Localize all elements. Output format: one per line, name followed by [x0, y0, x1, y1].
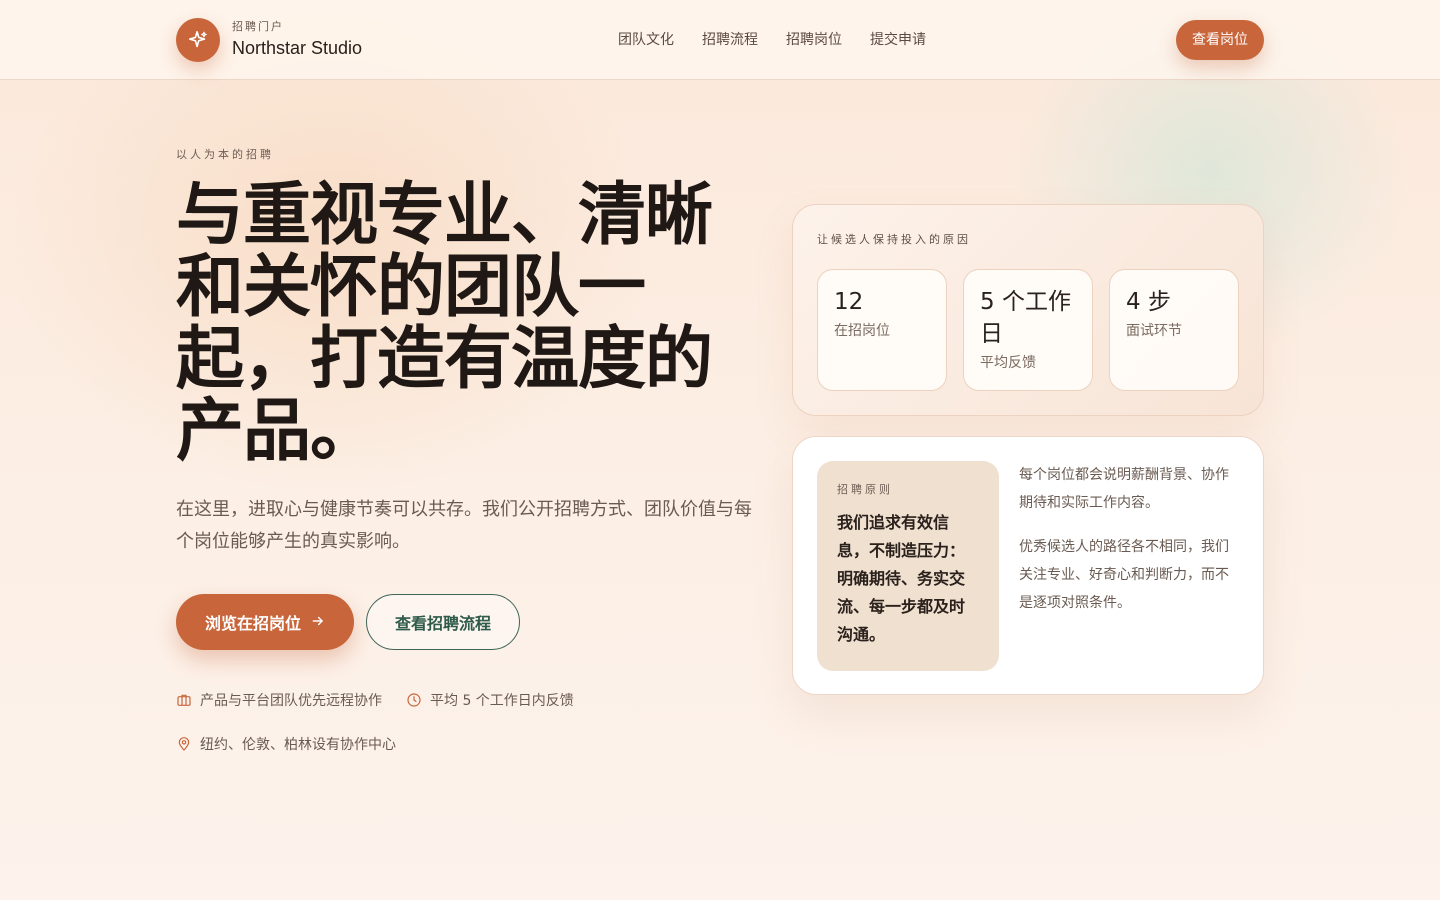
brand[interactable]: 招聘门户 Northstar Studio: [176, 18, 362, 62]
hero-subtitle: 在这里，进取心与健康节奏可以共存。我们公开招聘方式、团队价值与每个岗位能够产生的…: [176, 499, 752, 552]
meta-remote-text: 产品与平台团队优先远程协作: [200, 693, 382, 709]
site-header: 招聘门户 Northstar Studio 团队文化 招聘流程 招聘岗位 提交申…: [0, 0, 1440, 80]
brand-eyebrow: 招聘门户: [232, 20, 284, 33]
nav-item-apply[interactable]: 提交申请: [870, 30, 926, 50]
arrow-right-icon: [311, 613, 325, 632]
meta-feedback-text: 平均 5 个工作日内反馈: [430, 693, 574, 709]
principle-box: 招聘原则 我们追求有效信息，不制造压力：明确期待、务实交流、每一步都及时沟通。: [817, 461, 999, 671]
stat-interview-steps: 4 步 面试环节: [1109, 269, 1239, 391]
stat-feedback-time: 5 个工作日 平均反馈: [963, 269, 1093, 391]
stats-card: 让候选人保持投入的原因 12 在招岗位 5 个工作日 平均反馈 4 步 面试环节: [792, 204, 1264, 416]
view-process-button[interactable]: 查看招聘流程: [366, 594, 520, 650]
hero-eyebrow: 以人为本的招聘: [176, 148, 274, 161]
stat-open-roles: 12 在招岗位: [817, 269, 947, 391]
clock-icon: [407, 693, 421, 707]
nav-item-culture[interactable]: 团队文化: [618, 30, 674, 50]
view-jobs-button[interactable]: 查看岗位: [1176, 20, 1264, 60]
principle-paragraph: 优秀候选人的路径各不相同，我们关注专业、好奇心和判断力，而不是逐项对照条件。: [1019, 539, 1229, 611]
nav-item-process[interactable]: 招聘流程: [702, 30, 758, 50]
location-pin-icon: [178, 737, 190, 751]
browse-jobs-button[interactable]: 浏览在招岗位: [176, 594, 354, 650]
sparkle-icon: [176, 18, 220, 62]
principle-quote: 我们追求有效信息，不制造压力：明确期待、务实交流、每一步都及时沟通。: [837, 513, 966, 644]
browse-jobs-label: 浏览在招岗位: [204, 614, 301, 633]
nav-item-jobs[interactable]: 招聘岗位: [786, 30, 842, 50]
stat-value: 12: [834, 289, 864, 315]
brand-text: 招聘门户 Northstar Studio: [232, 20, 362, 60]
briefcase-icon: [177, 694, 191, 706]
stat-label: 面试环节: [1126, 323, 1182, 339]
meta-feedback: 平均 5 个工作日内反馈: [406, 690, 574, 710]
hero-title: 与重视专业、清晰和关怀的团队一起，打造有温度的产品。: [176, 176, 713, 471]
principle-paragraph: 每个岗位都会说明薪酬背景、协作期待和实际工作内容。: [1019, 467, 1229, 511]
meta-remote: 产品与平台团队优先远程协作: [176, 690, 382, 710]
stats-title: 让候选人保持投入的原因: [817, 233, 971, 246]
stat-label: 在招岗位: [834, 323, 890, 339]
principle-card: 招聘原则 我们追求有效信息，不制造压力：明确期待、务实交流、每一步都及时沟通。 …: [792, 436, 1264, 695]
brand-name: Northstar Studio: [232, 38, 363, 58]
principle-eyebrow: 招聘原则: [837, 483, 893, 496]
meta-location-text: 纽约、伦敦、柏林设有协作中心: [200, 737, 396, 753]
meta-location: 纽约、伦敦、柏林设有协作中心: [176, 734, 396, 754]
main-nav: 团队文化 招聘流程 招聘岗位 提交申请: [618, 30, 954, 50]
stat-label: 平均反馈: [980, 355, 1036, 371]
stat-value: 5 个工作日: [980, 289, 1071, 347]
stat-value: 4 步: [1126, 289, 1171, 315]
